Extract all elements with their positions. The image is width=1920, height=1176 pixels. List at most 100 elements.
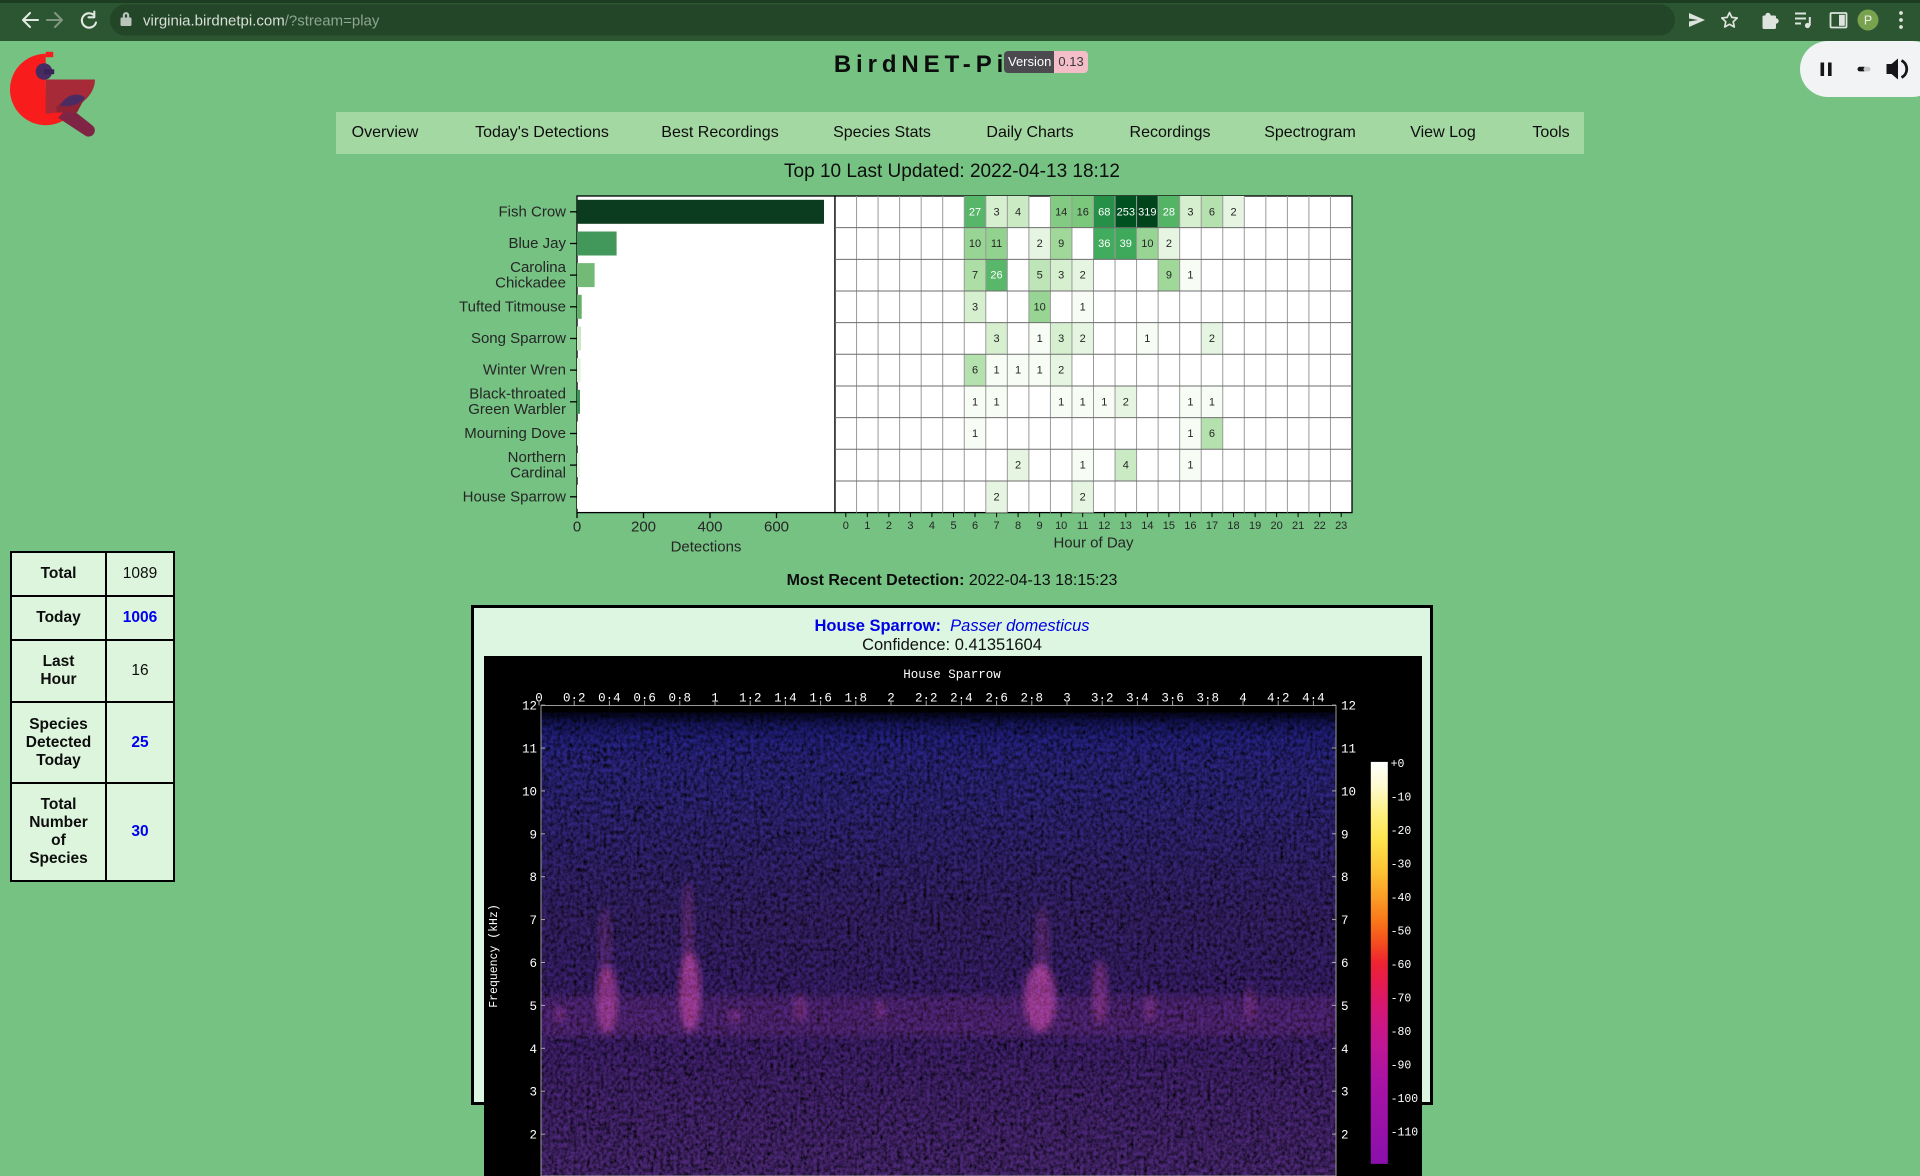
- svg-text:House Sparrow: House Sparrow: [463, 488, 567, 505]
- svg-text:-100: -100: [1391, 1093, 1419, 1106]
- svg-text:2: 2: [1080, 270, 1086, 282]
- svg-text:17: 17: [1206, 520, 1218, 532]
- svg-text:253: 253: [1117, 206, 1135, 218]
- svg-text:2: 2: [1166, 238, 1172, 250]
- svg-text:2: 2: [1341, 1128, 1349, 1142]
- svg-text:28: 28: [1163, 206, 1175, 218]
- svg-text:68: 68: [1098, 206, 1110, 218]
- svg-text:0: 0: [573, 519, 581, 536]
- svg-text:200: 200: [631, 519, 656, 536]
- svg-text:Carolina: Carolina: [510, 259, 567, 276]
- svg-text:12: 12: [522, 699, 537, 713]
- svg-text:2: 2: [1230, 206, 1236, 218]
- svg-text:4: 4: [1015, 206, 1021, 218]
- svg-text:1: 1: [1037, 333, 1043, 345]
- svg-text:16: 16: [1077, 206, 1089, 218]
- svg-text:-60: -60: [1391, 959, 1412, 972]
- svg-text:11: 11: [522, 742, 537, 756]
- svg-text:Hour of Day: Hour of Day: [1053, 535, 1134, 552]
- svg-text:5: 5: [1341, 999, 1349, 1013]
- svg-text:12: 12: [1098, 520, 1110, 532]
- svg-text:6: 6: [529, 957, 537, 971]
- svg-text:9: 9: [1058, 238, 1064, 250]
- svg-text:1: 1: [1058, 396, 1064, 408]
- svg-text:10: 10: [969, 238, 981, 250]
- svg-text:Mourning Dove: Mourning Dove: [464, 425, 566, 442]
- svg-text:2: 2: [1080, 333, 1086, 345]
- svg-text:14: 14: [1055, 206, 1067, 218]
- svg-text:10: 10: [1055, 520, 1067, 532]
- svg-text:-20: -20: [1391, 824, 1412, 837]
- svg-text:7: 7: [972, 270, 978, 282]
- svg-text:11: 11: [991, 238, 1002, 250]
- svg-text:9: 9: [1341, 828, 1349, 842]
- svg-text:2: 2: [886, 520, 892, 532]
- svg-text:16: 16: [1184, 520, 1196, 532]
- svg-text:9: 9: [529, 828, 537, 842]
- svg-text:2: 2: [1015, 460, 1021, 472]
- svg-text:-40: -40: [1391, 892, 1412, 905]
- svg-text:4: 4: [929, 520, 935, 532]
- svg-text:27: 27: [969, 206, 981, 218]
- svg-text:5: 5: [950, 520, 956, 532]
- svg-text:1: 1: [1080, 460, 1086, 472]
- svg-text:19: 19: [1249, 520, 1261, 532]
- svg-text:Winter Wren: Winter Wren: [483, 362, 566, 379]
- svg-text:39: 39: [1120, 238, 1132, 250]
- svg-text:3: 3: [1058, 270, 1064, 282]
- svg-text:3: 3: [993, 206, 999, 218]
- svg-text:1: 1: [1187, 270, 1193, 282]
- svg-text:11: 11: [1077, 520, 1088, 532]
- svg-text:26: 26: [990, 270, 1002, 282]
- svg-text:6: 6: [972, 520, 978, 532]
- svg-text:-30: -30: [1391, 858, 1412, 871]
- svg-text:6: 6: [1209, 428, 1215, 440]
- svg-text:1: 1: [1187, 396, 1193, 408]
- svg-text:23: 23: [1335, 520, 1347, 532]
- svg-text:3: 3: [1187, 206, 1193, 218]
- svg-text:-110: -110: [1391, 1126, 1419, 1139]
- svg-text:14: 14: [1141, 520, 1153, 532]
- svg-text:10: 10: [522, 785, 537, 799]
- svg-text:1: 1: [1037, 365, 1043, 377]
- svg-text:11: 11: [1341, 742, 1356, 756]
- svg-text:1: 1: [1187, 428, 1193, 440]
- svg-text:Tufted Titmouse: Tufted Titmouse: [459, 298, 566, 315]
- svg-text:2: 2: [1123, 396, 1129, 408]
- svg-text:22: 22: [1314, 520, 1326, 532]
- svg-text:2: 2: [993, 491, 999, 503]
- svg-text:1: 1: [864, 520, 870, 532]
- svg-text:1: 1: [1144, 333, 1150, 345]
- svg-text:7: 7: [529, 914, 537, 928]
- svg-text:7: 7: [994, 520, 1000, 532]
- svg-text:2: 2: [529, 1128, 537, 1142]
- svg-text:8: 8: [1015, 520, 1021, 532]
- svg-text:3: 3: [972, 301, 978, 313]
- svg-text:virginia.birdnetpi.com/?stream: virginia.birdnetpi.com/?stream=play: [143, 13, 380, 30]
- svg-text:7: 7: [1341, 914, 1349, 928]
- svg-text:10: 10: [1141, 238, 1153, 250]
- svg-text:18: 18: [1227, 520, 1239, 532]
- svg-text:-70: -70: [1391, 992, 1412, 1005]
- svg-text:Blue Jay: Blue Jay: [508, 235, 566, 252]
- svg-text:400: 400: [697, 519, 722, 536]
- svg-text:21: 21: [1292, 520, 1304, 532]
- svg-text:5: 5: [1037, 270, 1043, 282]
- svg-text:8: 8: [529, 871, 537, 885]
- svg-text:1: 1: [1015, 365, 1021, 377]
- svg-text:10: 10: [1341, 785, 1356, 799]
- svg-text:15: 15: [1163, 520, 1175, 532]
- svg-text:6: 6: [1341, 957, 1349, 971]
- svg-text:319: 319: [1138, 206, 1156, 218]
- svg-text:20: 20: [1270, 520, 1282, 532]
- svg-text:-80: -80: [1391, 1026, 1412, 1039]
- svg-text:-50: -50: [1391, 925, 1412, 938]
- svg-text:Green Warbler: Green Warbler: [468, 401, 566, 418]
- svg-text:1: 1: [972, 428, 978, 440]
- svg-text:Frequency (kHz): Frequency (kHz): [488, 904, 501, 1008]
- svg-text:1: 1: [993, 396, 999, 408]
- svg-text:4: 4: [529, 1042, 537, 1056]
- svg-text:1: 1: [1080, 396, 1086, 408]
- svg-text:3: 3: [1058, 333, 1064, 345]
- svg-text:P: P: [1864, 14, 1872, 28]
